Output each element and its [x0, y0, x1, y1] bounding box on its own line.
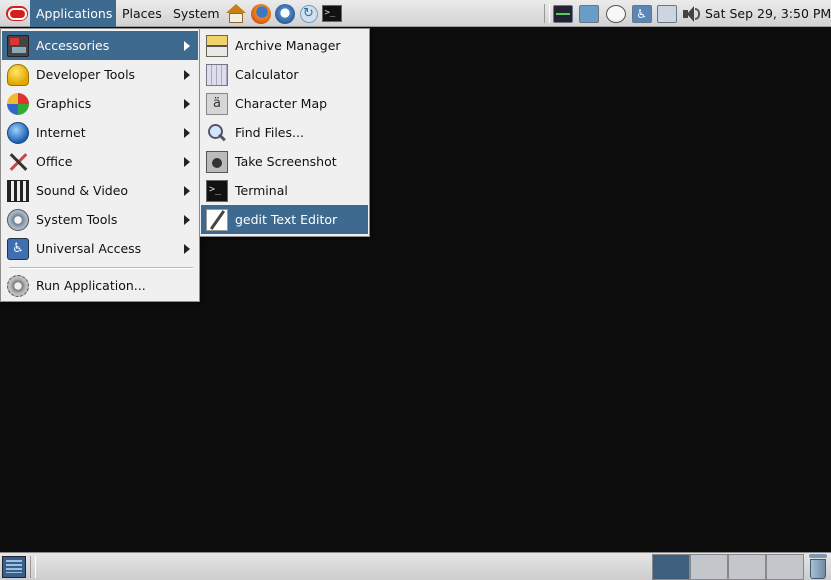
menu-item-label: Terminal	[235, 183, 288, 198]
submenu-arrow-icon	[184, 185, 190, 196]
menu-item-sound-video[interactable]: Sound & Video	[2, 176, 198, 205]
system-menu-button[interactable]: System	[167, 0, 223, 27]
panel-drag-handle[interactable]	[30, 556, 36, 578]
menu-item-graphics[interactable]: Graphics	[2, 89, 198, 118]
sound-video-icon	[7, 179, 29, 202]
internet-icon	[7, 121, 29, 144]
workspace-4[interactable]	[766, 554, 804, 580]
network-icon[interactable]	[577, 2, 600, 25]
refresh-icon[interactable]: ↻	[297, 2, 320, 25]
accessories-submenu: Archive Manager Calculator ä Character M…	[199, 28, 370, 237]
run-application-icon	[7, 274, 29, 297]
submenu-arrow-icon	[184, 69, 190, 80]
submenu-arrow-icon	[184, 40, 190, 51]
menu-item-calculator[interactable]: Calculator	[201, 60, 368, 89]
menu-item-label: gedit Text Editor	[235, 212, 338, 227]
menu-item-label: Find Files...	[235, 125, 304, 140]
firefox-icon[interactable]	[249, 2, 272, 25]
clock[interactable]: Sat Sep 29, 3:50 PM	[705, 0, 831, 27]
developer-tools-icon	[7, 63, 29, 86]
menu-item-label: Office	[36, 154, 73, 169]
submenu-arrow-icon	[184, 214, 190, 225]
menu-item-label: Run Application...	[36, 278, 146, 293]
terminal-icon[interactable]: >_	[320, 2, 343, 25]
menu-item-label: System Tools	[36, 212, 118, 227]
menu-item-label: Accessories	[36, 38, 110, 53]
bottom-panel	[0, 552, 831, 580]
menu-item-universal-access[interactable]: ♿ Universal Access	[2, 234, 198, 263]
menu-item-accessories[interactable]: Accessories	[2, 31, 198, 60]
submenu-arrow-icon	[184, 98, 190, 109]
menu-item-label: Calculator	[235, 67, 299, 82]
submenu-arrow-icon	[184, 127, 190, 138]
home-icon[interactable]	[224, 2, 247, 25]
graphics-icon	[7, 92, 29, 115]
tray-separator	[544, 4, 550, 23]
thunderbird-icon[interactable]	[273, 2, 296, 25]
menu-item-take-screenshot[interactable]: Take Screenshot	[201, 147, 368, 176]
menu-item-office[interactable]: Office	[2, 147, 198, 176]
submenu-arrow-icon	[184, 156, 190, 167]
office-icon	[7, 151, 29, 173]
menu-item-label: Internet	[36, 125, 86, 140]
menu-item-label: Take Screenshot	[235, 154, 337, 169]
screenshot-icon	[206, 150, 228, 173]
system-tools-icon	[7, 208, 29, 231]
archive-manager-icon	[206, 34, 228, 57]
universal-access-icon: ♿	[7, 237, 29, 260]
menu-item-label: Graphics	[36, 96, 92, 111]
volume-icon[interactable]	[679, 2, 702, 25]
gedit-icon	[206, 208, 228, 231]
menu-separator	[9, 267, 193, 269]
menu-item-archive-manager[interactable]: Archive Manager	[201, 31, 368, 60]
menu-item-label: Sound & Video	[36, 183, 129, 198]
character-map-icon: ä	[206, 92, 228, 115]
menu-item-gedit-text-editor[interactable]: gedit Text Editor	[201, 205, 368, 234]
menu-item-system-tools[interactable]: System Tools	[2, 205, 198, 234]
workspace-2[interactable]	[690, 554, 728, 580]
menu-item-run-application[interactable]: Run Application...	[2, 271, 198, 300]
clock-applet-icon[interactable]	[604, 2, 627, 25]
menu-item-find-files[interactable]: Find Files...	[201, 118, 368, 147]
menu-item-label: Character Map	[235, 96, 328, 111]
menu-item-internet[interactable]: Internet	[2, 118, 198, 147]
submenu-arrow-icon	[184, 243, 190, 254]
workspace-3[interactable]	[728, 554, 766, 580]
places-menu-button[interactable]: Places	[116, 0, 166, 27]
accessibility-icon[interactable]: ♿	[630, 2, 653, 25]
menu-item-developer-tools[interactable]: Developer Tools	[2, 60, 198, 89]
menu-item-label: Archive Manager	[235, 38, 341, 53]
terminal-icon: >_	[206, 179, 228, 202]
system-monitor-icon[interactable]	[551, 2, 574, 25]
top-panel: Applications Places System ↻ >_ ♿ Sat Se…	[0, 0, 831, 27]
accessories-icon	[7, 34, 29, 57]
find-files-icon	[206, 122, 228, 144]
workspace-1[interactable]	[652, 554, 690, 580]
applications-menu-button[interactable]: Applications	[30, 0, 116, 27]
network-status-icon[interactable]	[655, 2, 678, 25]
menu-item-label: Universal Access	[36, 241, 142, 256]
menu-item-terminal[interactable]: >_ Terminal	[201, 176, 368, 205]
show-desktop-icon[interactable]	[2, 556, 26, 578]
oracle-logo-icon[interactable]	[2, 1, 32, 26]
trash-icon[interactable]	[807, 554, 829, 580]
menu-item-character-map[interactable]: ä Character Map	[201, 89, 368, 118]
calculator-icon	[206, 63, 228, 86]
applications-menu: Accessories Developer Tools Graphics Int…	[0, 28, 200, 302]
menu-item-label: Developer Tools	[36, 67, 136, 82]
